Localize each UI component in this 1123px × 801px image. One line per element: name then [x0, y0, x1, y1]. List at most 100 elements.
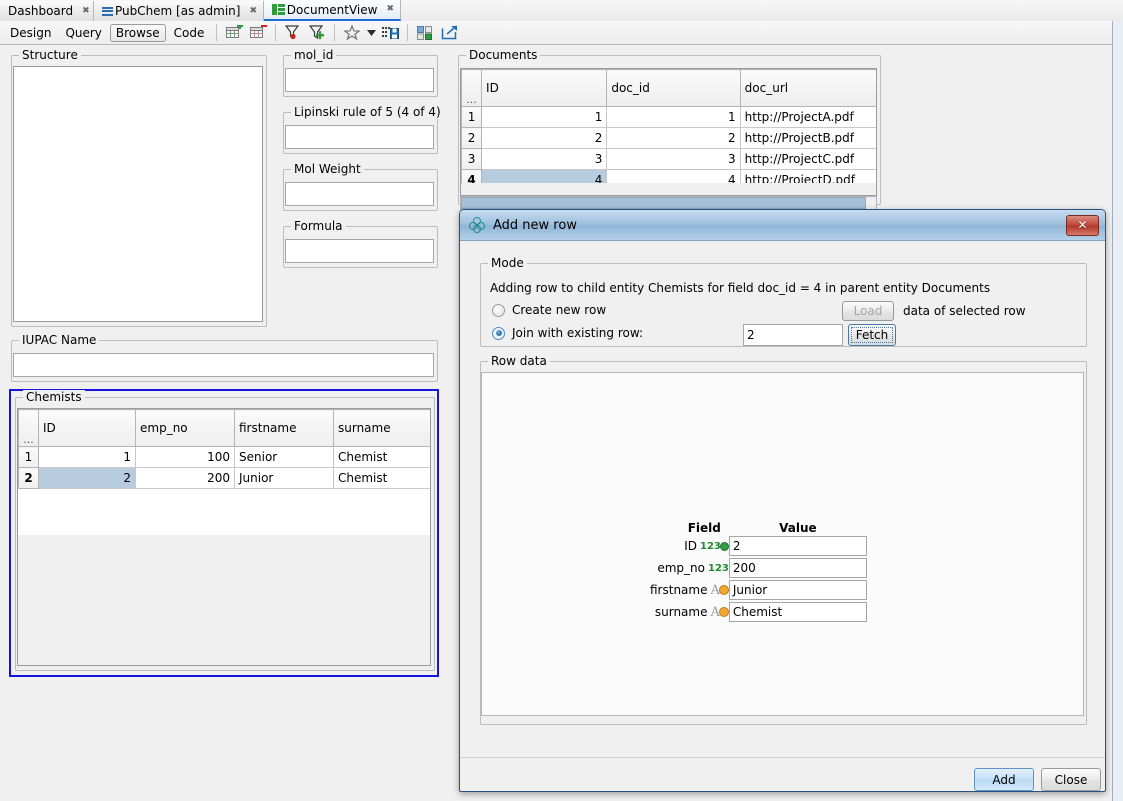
column-header-surname[interactable]: surname: [334, 410, 432, 447]
column-header-id[interactable]: ID: [39, 410, 136, 447]
favorite-star-icon[interactable]: [341, 23, 363, 43]
cell-doc-id[interactable]: 2: [607, 128, 740, 149]
nullable-badge-icon: [719, 585, 729, 595]
add-button[interactable]: Add: [974, 768, 1034, 791]
tab-documentview[interactable]: DocumentView ✖: [264, 0, 401, 21]
create-new-row-radio-row[interactable]: Create new row: [492, 303, 606, 317]
row-number[interactable]: 2: [19, 468, 39, 489]
cell-doc-id[interactable]: 3: [607, 149, 740, 170]
column-header-doc-url[interactable]: doc_url: [740, 70, 877, 107]
cell-emp-no[interactable]: 100: [136, 447, 235, 468]
chemists-corner-cell[interactable]: ...: [19, 410, 39, 447]
cell-surname[interactable]: Chemist: [334, 468, 432, 489]
layout-blocks-icon[interactable]: [414, 23, 436, 43]
mol-weight-input[interactable]: [285, 182, 434, 206]
cell-doc-id[interactable]: 1: [607, 107, 740, 128]
table-row[interactable]: 1 1 1 http://ProjectA.pdf: [462, 107, 878, 128]
filter-add-icon[interactable]: [306, 23, 328, 43]
column-header-firstname[interactable]: firstname: [235, 410, 334, 447]
documents-legend: Documents: [466, 48, 540, 62]
dropdown-caret-icon[interactable]: [365, 23, 377, 43]
lipinski-legend: Lipinski rule of 5 (4 of 4): [291, 105, 444, 119]
cell-firstname[interactable]: Junior: [235, 468, 334, 489]
field-value-header-row: Field Value: [650, 521, 867, 535]
field-row-emp-no: emp_no123 200: [650, 557, 867, 579]
cell-firstname[interactable]: Senior: [235, 447, 334, 468]
join-existing-row-label: Join with existing row:: [512, 326, 643, 340]
toolbar-separator: [275, 24, 276, 41]
fetch-button[interactable]: Fetch: [848, 324, 896, 346]
table-header-row: ... ID doc_id doc_url: [462, 70, 878, 107]
value-input-id[interactable]: 2: [729, 536, 867, 556]
structure-canvas[interactable]: [13, 66, 263, 322]
toolbar-code-button[interactable]: Code: [168, 24, 211, 42]
value-input-firstname[interactable]: Junior: [729, 580, 867, 600]
table-row[interactable]: 1 1 100 Senior Chemist: [19, 447, 432, 468]
documents-table[interactable]: ... ID doc_id doc_url 1 1 1 http://Proje…: [461, 69, 877, 191]
lipinski-input[interactable]: [285, 125, 434, 149]
row-number[interactable]: 1: [462, 107, 482, 128]
primary-key-badge-icon: [720, 542, 729, 551]
scrollbar-thumb[interactable]: [461, 197, 866, 209]
right-edge-strip: [1112, 21, 1123, 801]
load-button[interactable]: Load: [842, 301, 894, 321]
toolbar-separator: [334, 24, 335, 41]
table-row[interactable]: 3 3 3 http://ProjectC.pdf: [462, 149, 878, 170]
tab-dashboard[interactable]: Dashboard ✖: [0, 1, 94, 21]
join-existing-row-radio[interactable]: [492, 327, 505, 340]
close-icon[interactable]: ✕: [1066, 215, 1099, 236]
dialog-title-bar[interactable]: Add new row ✕: [460, 210, 1105, 241]
join-existing-row-radio-row[interactable]: Join with existing row:: [492, 326, 643, 340]
column-header-emp-no[interactable]: emp_no: [136, 410, 235, 447]
mol-id-input[interactable]: [285, 68, 434, 92]
column-header-doc-id[interactable]: doc_id: [607, 70, 740, 107]
cell-emp-no[interactable]: 200: [136, 468, 235, 489]
create-new-row-radio[interactable]: [492, 304, 505, 317]
delete-row-icon[interactable]: [247, 23, 269, 43]
close-button[interactable]: Close: [1041, 768, 1101, 791]
tab-pubchem[interactable]: PubChem [as admin] ✖: [94, 1, 264, 21]
save-layout-icon[interactable]: [379, 23, 401, 43]
tab-close-icon[interactable]: ✖: [82, 7, 90, 16]
table-row[interactable]: 2 2 2 http://ProjectB.pdf: [462, 128, 878, 149]
create-new-row-label: Create new row: [512, 303, 606, 317]
structure-legend: Structure: [19, 48, 81, 62]
row-number[interactable]: 3: [462, 149, 482, 170]
row-number[interactable]: 2: [462, 128, 482, 149]
chemists-legend: Chemists: [23, 390, 85, 404]
mode-description: Adding row to child entity Chemists for …: [490, 281, 990, 295]
cell-id[interactable]: 2: [482, 128, 607, 149]
tab-close-icon[interactable]: ✖: [249, 7, 257, 16]
mol-id-legend: mol_id: [291, 48, 336, 62]
field-label-firstname: firstnameA: [650, 579, 729, 601]
toolbar-browse-button[interactable]: Browse: [110, 24, 166, 42]
table-row[interactable]: 2 2 200 Junior Chemist: [19, 468, 432, 489]
cell-id[interactable]: 1: [482, 107, 607, 128]
cell-id[interactable]: 1: [39, 447, 136, 468]
tab-label: Dashboard: [8, 4, 73, 18]
open-external-icon[interactable]: [438, 23, 460, 43]
number-key-icon: 123: [700, 541, 721, 552]
iupac-name-input[interactable]: [13, 353, 434, 377]
row-number[interactable]: 1: [19, 447, 39, 468]
filter-remove-icon[interactable]: [282, 23, 304, 43]
cell-surname[interactable]: Chemist: [334, 447, 432, 468]
cell-doc-url[interactable]: http://ProjectB.pdf: [740, 128, 877, 149]
join-row-id-input[interactable]: 2: [743, 324, 843, 346]
documents-hscrollbar[interactable]: [460, 196, 877, 210]
formula-input[interactable]: [285, 239, 434, 263]
add-row-icon[interactable]: [223, 23, 245, 43]
chemists-table[interactable]: ... ID emp_no firstname surname 1 1 100 …: [18, 409, 431, 489]
cell-id[interactable]: 3: [482, 149, 607, 170]
number-icon: 123: [708, 563, 729, 574]
toolbar-design-button[interactable]: Design: [4, 24, 57, 42]
tab-close-icon[interactable]: ✖: [386, 5, 394, 14]
toolbar-query-button[interactable]: Query: [59, 24, 107, 42]
documents-corner-cell[interactable]: ...: [462, 70, 482, 107]
value-input-surname[interactable]: Chemist: [729, 602, 867, 622]
cell-doc-url[interactable]: http://ProjectC.pdf: [740, 149, 877, 170]
cell-doc-url[interactable]: http://ProjectA.pdf: [740, 107, 877, 128]
column-header-id[interactable]: ID: [482, 70, 607, 107]
value-input-emp-no[interactable]: 200: [729, 558, 867, 578]
cell-id[interactable]: 2: [39, 468, 136, 489]
